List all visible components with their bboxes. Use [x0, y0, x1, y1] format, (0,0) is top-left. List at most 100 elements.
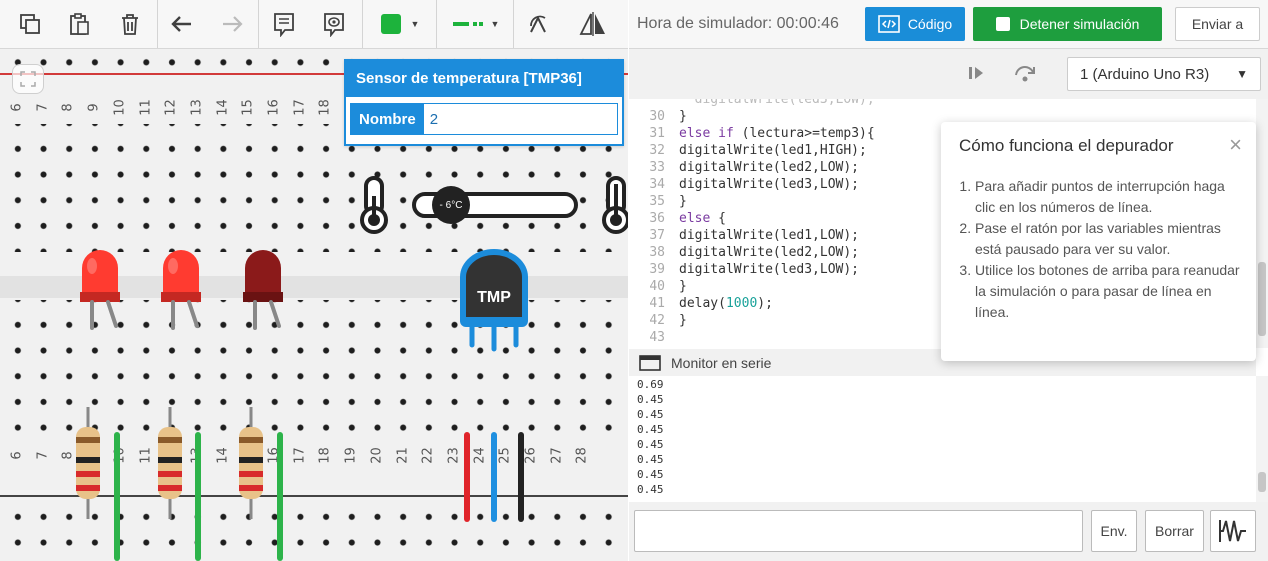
stop-simulation-button[interactable]: Detener simulación: [973, 7, 1162, 41]
column-number: 8: [60, 103, 76, 112]
clear-button[interactable]: Borrar: [1145, 510, 1204, 552]
line-number[interactable]: 34: [629, 176, 679, 193]
code-line: 41 delay(1000);: [629, 295, 773, 312]
code-line: 35}: [629, 193, 686, 210]
fit-view-button[interactable]: [12, 64, 44, 94]
notes-icon[interactable]: [268, 7, 300, 41]
column-number: 7: [35, 103, 51, 112]
code-line: 33 digitalWrite(led2,LOW);: [629, 159, 859, 176]
column-number: 13: [189, 99, 205, 116]
code-line: 43: [629, 329, 679, 346]
serial-output-line: 0.45: [637, 408, 664, 421]
debugger-tip-title: Cómo funciona el depurador: [959, 136, 1174, 155]
code-scrollbar[interactable]: [1256, 99, 1268, 348]
visibility-icon[interactable]: [318, 7, 350, 41]
line-number[interactable]: 31: [629, 125, 679, 142]
redo-icon[interactable]: [216, 7, 248, 41]
name-field-row: Nombre 2: [350, 103, 618, 135]
component-properties-popup: Sensor de temperatura [TMP36] Nombre 2: [344, 59, 624, 146]
editor-toolbar: ▼ ▼: [0, 0, 628, 49]
wire-green-1[interactable]: [114, 432, 120, 561]
slider-thumb[interactable]: - 6°C: [432, 186, 470, 224]
line-number[interactable]: 36: [629, 210, 679, 227]
flip-icon[interactable]: [575, 7, 611, 41]
paste-icon[interactable]: [63, 7, 95, 41]
debugger-tip-item: Utilice los botones de arriba para reanu…: [975, 260, 1240, 323]
code-button[interactable]: Código: [865, 7, 965, 41]
code-line: 39 digitalWrite(led3,LOW);: [629, 261, 859, 278]
wire-blue[interactable]: [491, 432, 497, 522]
undo-icon[interactable]: [166, 7, 198, 41]
line-number[interactable]: 38: [629, 244, 679, 261]
line-number[interactable]: 30: [629, 108, 679, 125]
wire-red[interactable]: [464, 432, 470, 522]
line-number[interactable]: 32: [629, 142, 679, 159]
close-icon[interactable]: ×: [1229, 134, 1242, 156]
code-button-label: Código: [907, 16, 953, 32]
serial-input-field[interactable]: [634, 510, 1083, 552]
resistor-2[interactable]: [156, 405, 184, 526]
code-line: 36 else {: [629, 210, 726, 227]
simulator-topbar: Hora de simulador: 00:00:46 Código Deten…: [629, 0, 1268, 49]
thermometer-hot-icon: [598, 176, 628, 239]
serial-monitor-scrollbar[interactable]: [1256, 376, 1268, 502]
serial-input-bar: Env. Borrar: [629, 502, 1268, 561]
rotate-icon[interactable]: [522, 7, 554, 41]
resistor-1[interactable]: [74, 405, 102, 526]
stop-button-label: Detener simulación: [1019, 16, 1140, 32]
wire-black[interactable]: [518, 432, 524, 522]
chevron-down-icon: ▼: [410, 19, 420, 29]
column-number: 7: [35, 451, 51, 460]
column-number: 15: [240, 99, 256, 116]
led-1[interactable]: [78, 248, 124, 339]
send-button[interactable]: Env.: [1091, 510, 1137, 552]
wire-green-2[interactable]: [195, 432, 201, 561]
code-line: 31 else if (lectura>=temp3){: [629, 125, 874, 142]
board-select-value: 1 (Arduino Uno R3): [1080, 65, 1210, 83]
line-number[interactable]: 43: [629, 329, 679, 346]
column-number: 6: [9, 451, 25, 460]
copy-icon[interactable]: [14, 7, 46, 41]
debugger-tip-list: Para añadir puntos de interrupción haga …: [959, 176, 1240, 323]
wire-style-picker[interactable]: ▼: [446, 7, 506, 41]
column-number: 22: [420, 447, 436, 464]
graph-toggle-button[interactable]: [1210, 510, 1256, 552]
column-number: 28: [574, 447, 590, 464]
code-line: 30}: [629, 108, 686, 125]
delete-icon[interactable]: [114, 7, 146, 41]
fit-view-icon: [20, 71, 36, 87]
breadboard-canvas[interactable]: 6789101112131415161718 67891011121314151…: [0, 0, 628, 561]
wire-green-3[interactable]: [277, 432, 283, 561]
code-line: 42}: [629, 312, 686, 329]
resume-debug-icon[interactable]: [967, 63, 985, 88]
resistor-3[interactable]: [237, 405, 265, 526]
code-toolbar: 1 (Arduino Uno R3) ▼: [629, 49, 1268, 99]
debugger-tip-item: Para añadir puntos de interrupción haga …: [975, 176, 1240, 218]
serial-output-line: 0.45: [637, 393, 664, 406]
column-number: 23: [446, 447, 462, 464]
simulator-time: Hora de simulador: 00:00:46: [637, 15, 839, 32]
tmp36-sensor[interactable]: TMP: [456, 247, 532, 357]
send-to-button[interactable]: Enviar a: [1175, 7, 1260, 41]
name-field-label: Nombre: [351, 104, 424, 134]
column-number: 11: [138, 99, 153, 116]
board-select[interactable]: 1 (Arduino Uno R3) ▼: [1067, 57, 1261, 91]
led-2[interactable]: [159, 248, 205, 339]
led-3[interactable]: [241, 248, 287, 339]
step-over-icon[interactable]: [1013, 62, 1037, 89]
serial-monitor-title: Monitor en serie: [671, 354, 772, 371]
name-field-input[interactable]: 2: [424, 104, 617, 134]
line-number[interactable]: 39: [629, 261, 679, 278]
serial-output-line: 0.45: [637, 423, 664, 436]
line-number[interactable]: 42: [629, 312, 679, 329]
waveform-icon: [1219, 520, 1246, 542]
line-number[interactable]: 41: [629, 295, 679, 312]
line-number[interactable]: 35: [629, 193, 679, 210]
temperature-slider[interactable]: - 6°C: [412, 186, 578, 224]
line-number[interactable]: 40: [629, 278, 679, 295]
column-number: 6: [9, 103, 25, 112]
color-picker[interactable]: ▼: [372, 7, 428, 41]
line-number[interactable]: 37: [629, 227, 679, 244]
serial-output-line: 0.45: [637, 438, 664, 451]
line-number[interactable]: 33: [629, 159, 679, 176]
